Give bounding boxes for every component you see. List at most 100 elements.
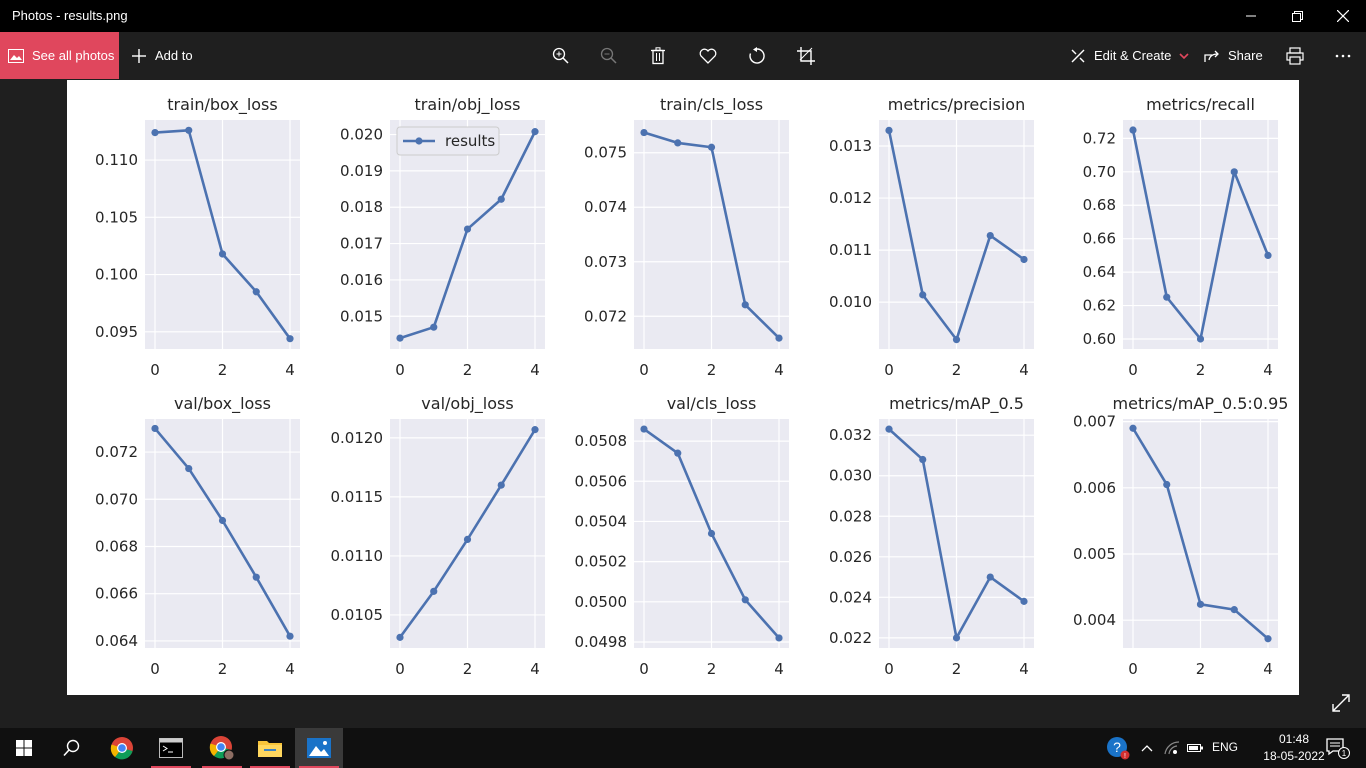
results-image: 0 2 4 0.095 0.100 0.105 0.110 train/box_loss 0 2 4…	[67, 80, 1299, 695]
tray-network[interactable]	[1160, 728, 1184, 768]
data-point	[1264, 635, 1272, 643]
data-point	[497, 481, 505, 489]
subplot-val-obj-loss: 0 2 4 0.0105 0.0110 0.0115 0.0120 val/obj_loss	[331, 394, 545, 678]
subplot-title: metrics/mAP_0.5	[889, 394, 1024, 414]
x-tick-label: 0	[884, 660, 894, 678]
zoom-out-button[interactable]	[597, 44, 621, 68]
subplot-metrics-recall: 0 2 4 0.60 0.62 0.64 0.66 0.68 0.70 0.72 metrics/r…	[1083, 95, 1278, 379]
data-point	[1196, 335, 1205, 343]
y-tick-label: 0.0105	[331, 606, 384, 624]
svg-text:!: !	[1124, 753, 1126, 760]
y-tick-label: 0.110	[95, 151, 138, 169]
data-point	[1196, 600, 1205, 608]
data-point	[430, 323, 438, 331]
print-button[interactable]	[1283, 44, 1307, 68]
window-title: Photos - results.png	[12, 8, 128, 23]
x-tick-label: 4	[774, 660, 784, 678]
minimize-button[interactable]	[1228, 0, 1274, 32]
data-point	[919, 291, 927, 299]
data-point	[286, 335, 294, 343]
y-tick-label: 0.0110	[331, 547, 384, 565]
search-button[interactable]	[48, 728, 96, 768]
edit-create-button[interactable]: Edit & Create	[1070, 32, 1189, 79]
photos-toolbar: See all photos Add to Edit & Create Shar…	[0, 32, 1366, 80]
taskbar-photos[interactable]	[295, 728, 343, 768]
taskbar-file-explorer[interactable]	[246, 728, 294, 768]
data-point	[430, 587, 438, 595]
delete-button[interactable]	[646, 44, 670, 68]
y-tick-label: 0.007	[1073, 413, 1116, 431]
share-button[interactable]: Share	[1204, 32, 1263, 79]
subplot-metrics-map-0-5-0-95: 0 2 4 0.004 0.005 0.006 0.007metrics/mAP_0.5:0…	[1073, 394, 1288, 678]
data-point	[396, 334, 404, 342]
printer-icon	[1286, 47, 1304, 65]
y-tick-label: 0.018	[340, 198, 383, 216]
close-button[interactable]	[1320, 0, 1366, 32]
x-tick-label: 2	[218, 660, 228, 678]
notification-count: 1	[1342, 749, 1347, 758]
data-point	[1163, 293, 1171, 301]
y-tick-label: 0.073	[584, 253, 627, 271]
x-tick-label: 2	[707, 660, 717, 678]
data-point	[1264, 251, 1272, 259]
data-point	[252, 288, 260, 296]
favorite-button[interactable]	[696, 44, 720, 68]
terminal-icon	[159, 738, 183, 758]
data-point	[741, 301, 749, 309]
y-tick-label: 0.004	[1073, 611, 1116, 629]
see-all-photos-button[interactable]: See all photos	[0, 32, 119, 79]
data-point	[640, 128, 648, 137]
data-point	[741, 596, 749, 604]
add-to-button[interactable]: Add to	[131, 32, 193, 79]
y-tick-label: 0.64	[1083, 263, 1116, 281]
subplot-val-box-loss: 0 2 4 0.064 0.066 0.068 0.070 0.072 val/box_loss	[95, 394, 300, 678]
taskbar-chrome-profile[interactable]	[198, 728, 246, 768]
photos-icon	[8, 48, 24, 63]
taskbar-terminal[interactable]	[147, 728, 195, 768]
y-tick-label: 0.028	[829, 507, 872, 525]
data-point	[185, 464, 193, 473]
y-tick-label: 0.024	[829, 588, 872, 606]
zoom-out-icon	[600, 47, 617, 64]
data-point	[775, 634, 783, 642]
tray-help[interactable]: ?!	[1096, 728, 1140, 768]
y-tick-label: 0.074	[584, 198, 627, 216]
y-tick-label: 0.70	[1083, 163, 1116, 181]
chrome-icon	[110, 737, 133, 760]
taskbar-chrome[interactable]	[98, 728, 146, 768]
start-button[interactable]	[0, 728, 48, 768]
data-point	[640, 425, 648, 433]
crop-button[interactable]	[794, 44, 818, 68]
y-tick-label: 0.017	[340, 235, 383, 253]
fullscreen-button[interactable]	[1330, 692, 1354, 716]
x-tick-label: 2	[463, 660, 473, 678]
y-tick-label: 0.072	[95, 443, 138, 461]
tray-show-hidden[interactable]	[1136, 728, 1158, 768]
chrome-profile-icon	[209, 736, 235, 761]
tray-language[interactable]: ENG	[1212, 740, 1238, 754]
y-tick-label: 0.075	[584, 144, 627, 162]
data-point	[286, 632, 294, 640]
action-center-button[interactable]: 1	[1318, 728, 1358, 768]
y-tick-label: 0.010	[829, 293, 872, 311]
restore-button[interactable]	[1274, 0, 1320, 32]
more-options-button[interactable]	[1331, 44, 1355, 68]
chevron-up-icon	[1141, 745, 1153, 752]
windows-icon	[16, 740, 32, 756]
y-tick-label: 0.015	[340, 307, 383, 325]
tray-battery[interactable]	[1184, 728, 1206, 768]
x-tick-label: 0	[395, 361, 405, 379]
crop-icon	[797, 47, 815, 65]
rotate-button[interactable]	[745, 44, 769, 68]
y-tick-label: 0.60	[1083, 330, 1116, 348]
zoom-in-button[interactable]	[549, 44, 573, 68]
heart-icon	[699, 48, 717, 64]
data-point	[1020, 597, 1028, 605]
x-tick-label: 0	[884, 361, 894, 379]
y-tick-label: 0.072	[584, 307, 627, 325]
close-icon	[1337, 10, 1349, 22]
data-point	[885, 425, 893, 433]
x-tick-label: 2	[463, 361, 473, 379]
y-tick-label: 0.012	[829, 189, 872, 207]
folder-icon	[258, 741, 282, 757]
